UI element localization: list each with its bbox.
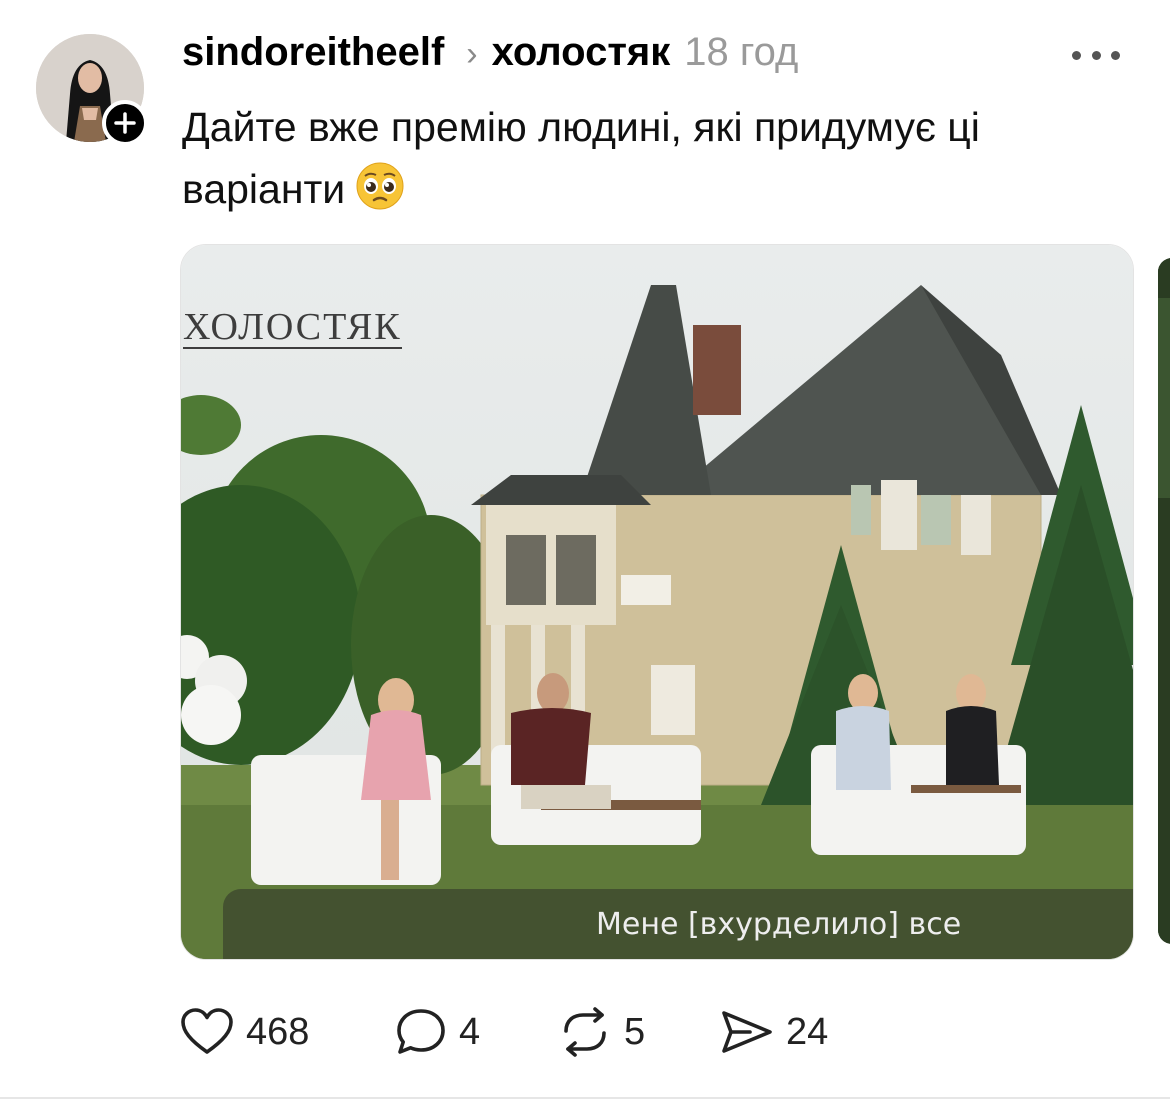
reply-count: 4 [459, 1010, 481, 1053]
like-button[interactable]: 468 [180, 1007, 395, 1057]
plus-icon [114, 112, 136, 134]
post-header: sindoreitheelf › холостяк 18 год [182, 30, 798, 84]
share-button[interactable]: 24 [720, 1007, 828, 1057]
repost-icon [564, 1007, 606, 1057]
repost-button[interactable]: 5 [558, 1007, 720, 1057]
reply-button[interactable]: 4 [395, 1007, 558, 1057]
post-media-card[interactable]: ХОЛОСТЯК Мене [вхурделило] все [180, 244, 1134, 960]
post-actions-bar: 468 4 5 24 [180, 1004, 828, 1060]
community-link[interactable]: холостяк [492, 30, 671, 75]
more-options-icon[interactable] [1072, 40, 1120, 70]
pleading-face-emoji [356, 162, 404, 210]
post-body: Дайте вже премію людині, які придумує ці… [182, 104, 980, 212]
divider [0, 1097, 1170, 1099]
share-count: 24 [786, 1010, 829, 1053]
show-logo: ХОЛОСТЯК [183, 306, 402, 349]
video-subtitle: Мене [вхурделило] все [596, 906, 962, 942]
username-link[interactable]: sindoreitheelf [182, 30, 444, 75]
next-media-card[interactable] [1158, 258, 1170, 944]
like-count: 468 [246, 1010, 310, 1053]
author-avatar-group [36, 34, 148, 146]
heart-icon [181, 1008, 233, 1054]
chevron-right-icon: › [466, 35, 478, 73]
comment-icon [397, 1009, 445, 1054]
post-text: Дайте вже премію людині, які придумує ці… [182, 96, 1142, 220]
subtitle-bar: Мене [вхурделило] все [223, 889, 1133, 959]
video-still-image [181, 245, 1133, 959]
send-icon [722, 1011, 772, 1053]
follow-button[interactable] [102, 100, 148, 146]
next-media-preview [1158, 258, 1170, 944]
repost-count: 5 [624, 1010, 646, 1053]
post-timestamp: 18 год [684, 30, 799, 74]
